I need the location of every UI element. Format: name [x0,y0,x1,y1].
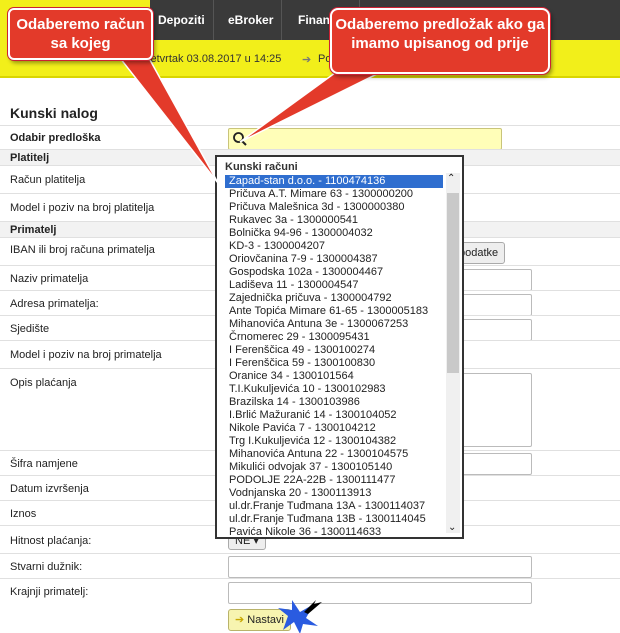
callout-left-text: Odaberemo račun sa kojeg [16,16,145,52]
callout-arrows [118,57,388,633]
callout-right: Odaberemo predložak ako ga imamo upisano… [330,8,550,74]
callout-right-text: Odaberemo predložak ako ga imamo upisano… [335,16,545,52]
left-callout-pointer [118,57,219,184]
callout-left: Odaberemo račun sa kojeg [8,8,153,60]
cursor-icon [304,600,322,614]
right-callout-pointer [239,61,388,143]
